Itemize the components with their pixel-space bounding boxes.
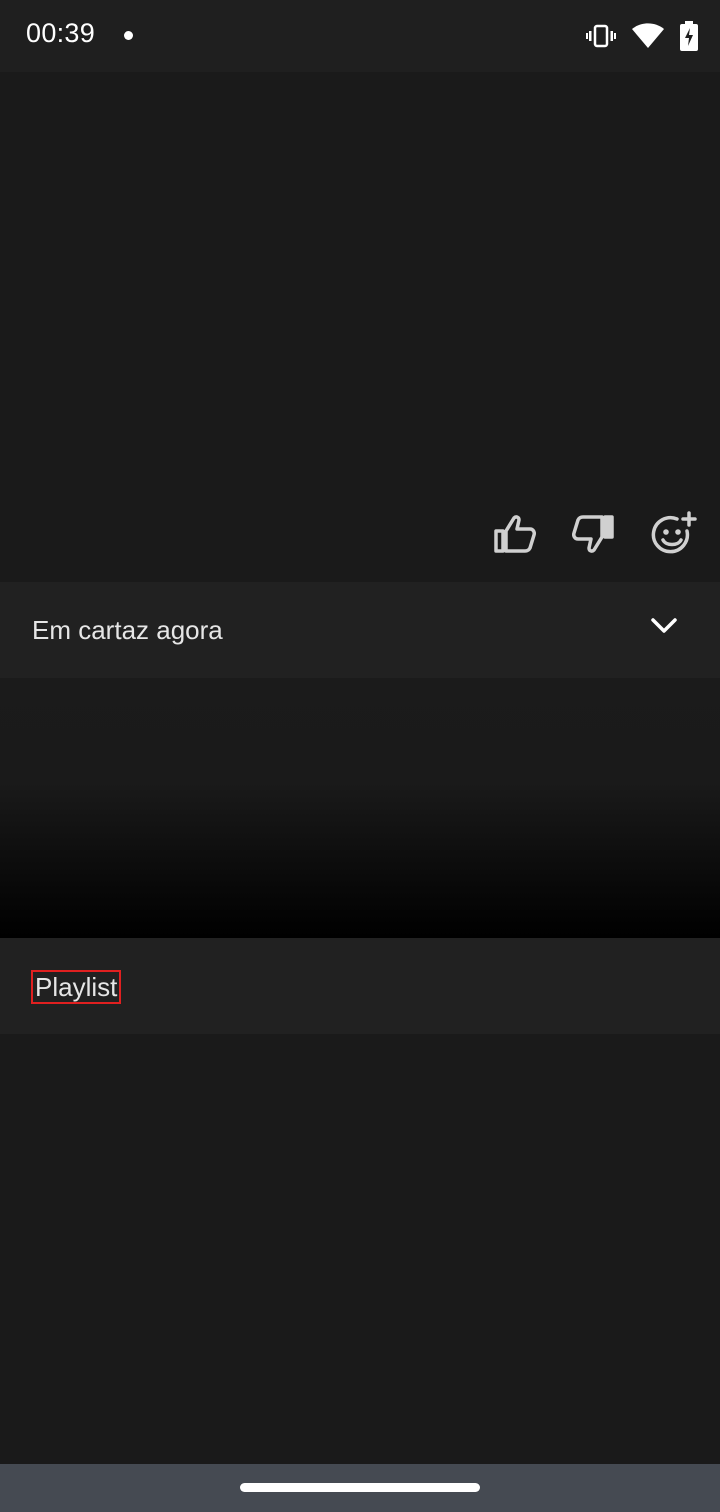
navigation-bar <box>0 1464 720 1512</box>
playlist-content <box>0 1034 720 1464</box>
now-playing-row[interactable]: Em cartaz agora <box>0 582 720 678</box>
thumbs-down-button[interactable] <box>570 512 618 560</box>
thumbs-up-icon <box>492 514 536 559</box>
chevron-down-icon <box>650 617 678 640</box>
now-playing-label: Em cartaz agora <box>32 615 223 645</box>
add-reaction-button[interactable] <box>650 510 698 562</box>
vibrate-icon <box>586 24 616 48</box>
status-time: 00:39 <box>26 18 96 48</box>
notification-dot-icon <box>124 31 133 40</box>
battery-charging-icon <box>680 21 698 51</box>
app-screen: 00:39 Em cartaz agora Playlist <box>0 0 720 1512</box>
wifi-icon <box>632 23 664 49</box>
home-gesture-handle[interactable] <box>240 1483 480 1492</box>
playlist-label[interactable]: Playlist <box>30 970 122 1004</box>
status-icons <box>586 20 698 52</box>
now-playing-content <box>0 678 720 938</box>
add-reaction-icon <box>651 510 697 562</box>
player-area <box>0 72 720 582</box>
thumbs-up-button[interactable] <box>490 512 538 560</box>
status-bar: 00:39 <box>0 0 720 72</box>
thumbs-down-icon <box>572 514 616 559</box>
playlist-row[interactable]: Playlist <box>0 938 720 1034</box>
expand-now-playing-button[interactable] <box>648 612 680 644</box>
reaction-bar <box>490 510 698 562</box>
